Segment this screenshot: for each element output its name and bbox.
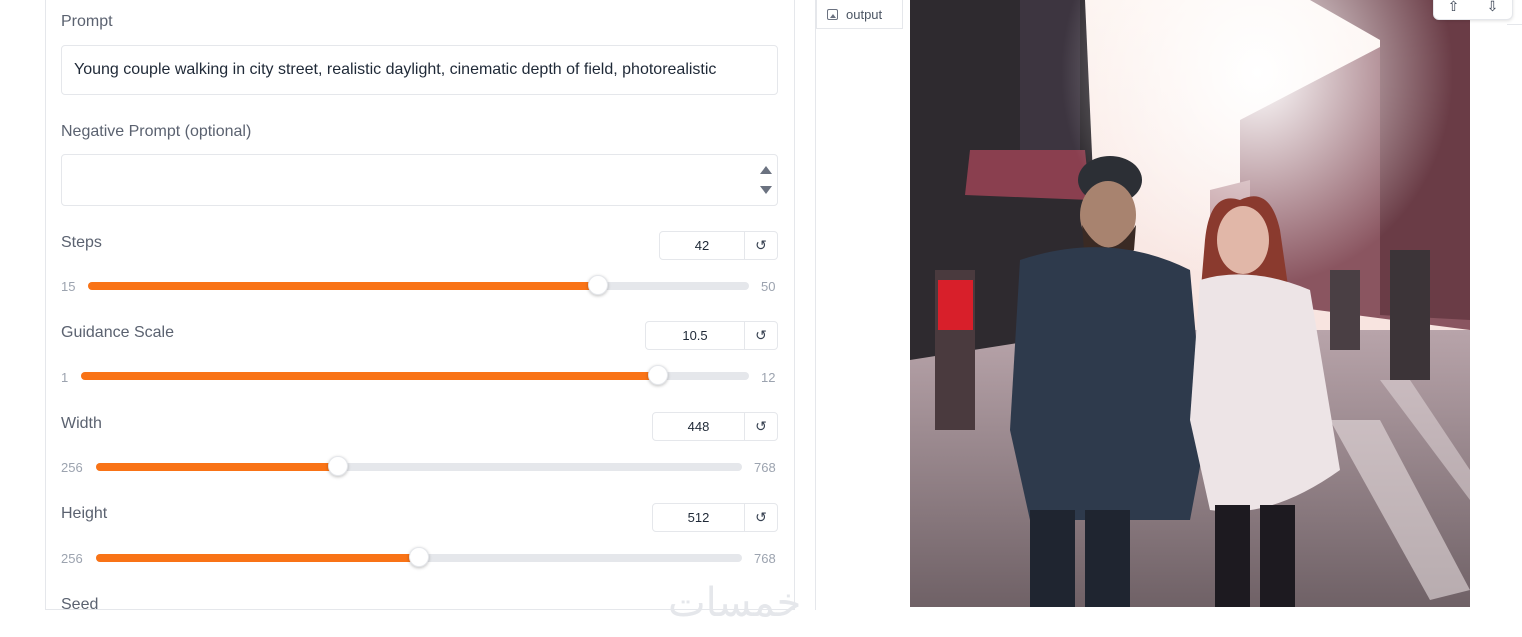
height-reset-icon[interactable]: ↺ [745,504,777,531]
image-toolbar: ⇧ ⇩ [1433,0,1513,20]
guidance-label: Guidance Scale [61,324,174,341]
height-number-input[interactable]: 512 [653,504,745,531]
guidance-max: 12 [761,370,776,385]
steps-label: Steps [61,234,102,251]
guidance-min: 1 [61,370,69,385]
height-slider-fill [96,554,419,562]
negative-prompt-input[interactable] [61,154,778,206]
steps-slider-thumb[interactable] [587,275,608,295]
height-number-box: 512 ↺ [652,503,778,532]
width-reset-icon[interactable]: ↺ [745,413,777,440]
output-label: output [846,6,883,22]
width-number-box: 448 ↺ [652,412,778,441]
image-icon [827,8,838,20]
steps-min: 15 [61,279,76,294]
steps-number-input[interactable]: 42 [660,232,745,259]
column-divider [815,0,816,610]
width-max: 768 [754,460,776,475]
width-slider-fill [96,463,339,471]
steps-slider-fill [88,282,598,290]
height-slider-thumb[interactable] [409,547,429,567]
download-icon[interactable]: ⇩ [1487,0,1499,15]
scroll-up-icon[interactable] [760,166,772,174]
guidance-slider-thumb[interactable] [648,365,669,385]
prompt-text: Young couple walking in city street, rea… [74,61,717,78]
height-label: Height [61,505,108,522]
negative-prompt-label: Negative Prompt (optional) [61,123,252,140]
height-min: 256 [61,551,83,566]
prompt-label: Prompt [61,13,113,30]
height-max: 768 [754,551,776,566]
seed-label: Seed [61,596,99,613]
guidance-slider-fill [81,372,659,380]
guidance-number-box: 10.5 ↺ [645,321,778,350]
guidance-reset-icon[interactable]: ↺ [745,322,777,349]
steps-reset-icon[interactable]: ↺ [745,232,777,259]
height-slider[interactable] [96,547,742,567]
width-label: Width [61,415,102,432]
steps-max: 50 [761,279,776,294]
textarea-scroll-arrows[interactable] [759,155,773,205]
scroll-down-icon[interactable] [760,186,772,194]
edge-divider [1507,24,1522,25]
steps-slider[interactable] [88,275,749,295]
share-icon[interactable]: ⇧ [1448,0,1460,15]
watermark-logo: خمسات [668,580,802,626]
width-number-input[interactable]: 448 [653,413,745,440]
guidance-slider[interactable] [81,365,749,385]
width-min: 256 [61,460,83,475]
output-label-tab: output [816,0,903,29]
width-slider[interactable] [96,456,742,476]
steps-number-box: 42 ↺ [659,231,778,260]
guidance-number-input[interactable]: 10.5 [646,322,745,349]
generated-image [910,0,1470,607]
prompt-input[interactable]: Young couple walking in city street, rea… [61,45,778,95]
